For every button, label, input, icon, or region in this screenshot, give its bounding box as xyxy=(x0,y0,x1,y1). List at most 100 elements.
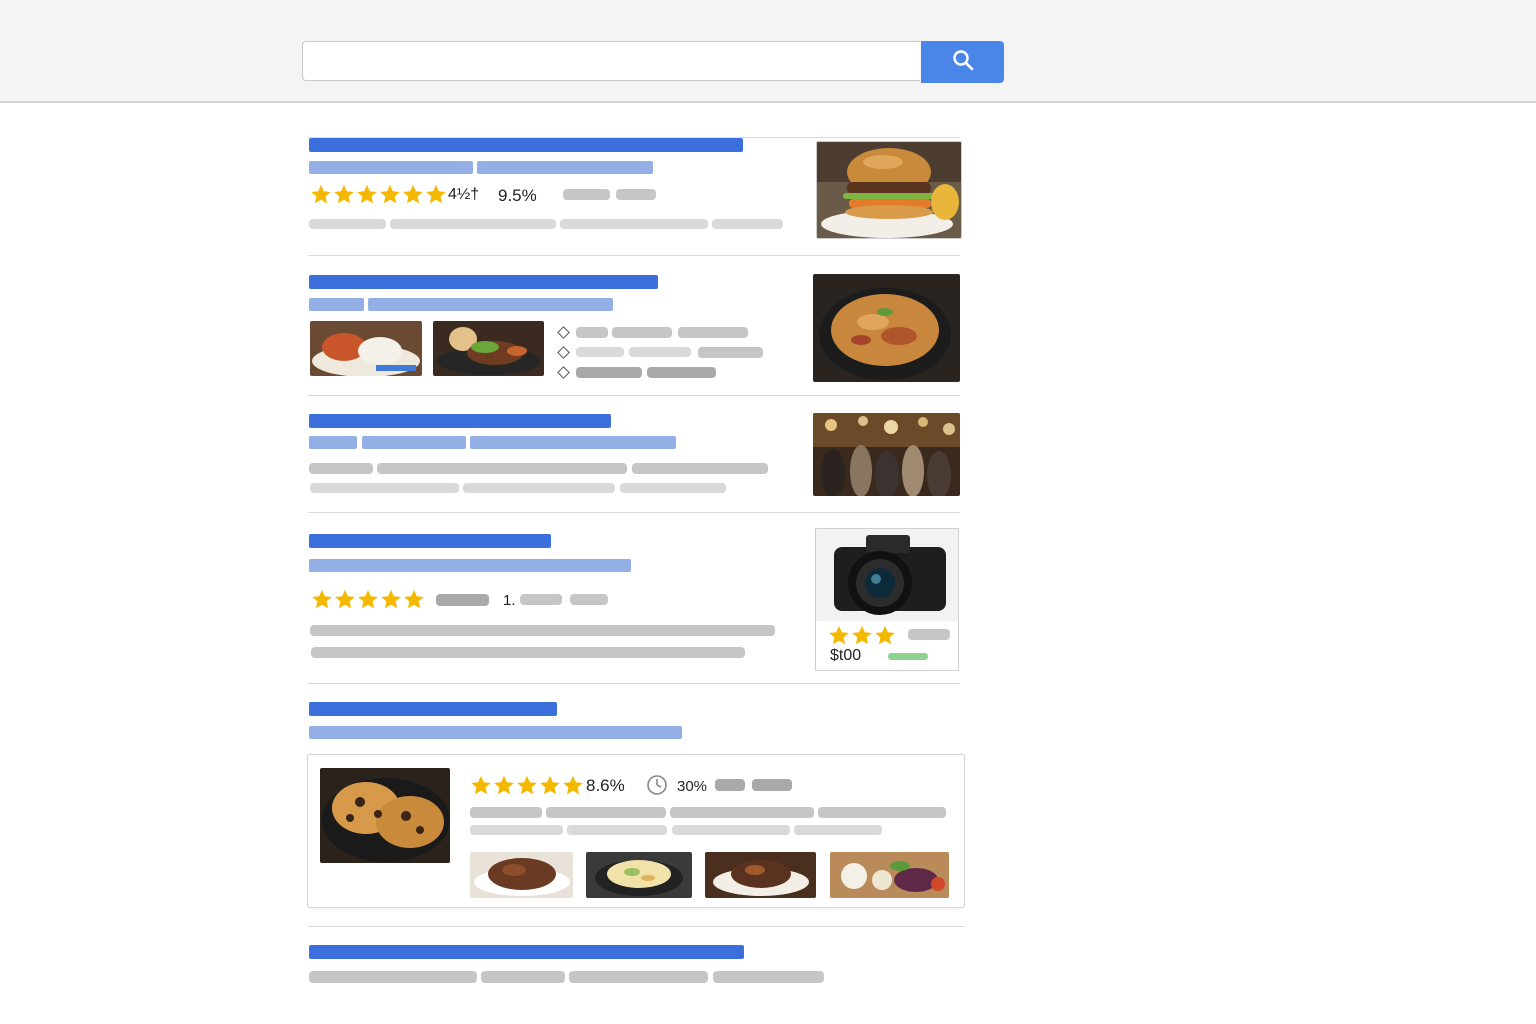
result-url[interactable] xyxy=(368,298,613,311)
snippet-line xyxy=(632,463,768,474)
result-title[interactable] xyxy=(309,702,557,716)
star-rating xyxy=(828,625,896,646)
meta-pill xyxy=(752,779,792,791)
search-input[interactable] xyxy=(302,41,920,81)
snippet-line xyxy=(560,219,708,229)
snippet-line xyxy=(463,483,615,493)
star-icon xyxy=(379,184,401,205)
result-title[interactable] xyxy=(309,138,743,152)
vegetables-photo[interactable] xyxy=(830,852,949,898)
meta-pill xyxy=(520,594,562,605)
score-text: 9.5% xyxy=(498,186,537,205)
snippet-line xyxy=(390,219,556,229)
star-icon xyxy=(874,625,896,646)
star-icon xyxy=(516,775,538,796)
star-icon xyxy=(828,625,850,646)
star-icon xyxy=(562,775,584,796)
star-icon xyxy=(851,625,873,646)
result-title[interactable] xyxy=(309,414,611,428)
snippet-line xyxy=(670,807,814,818)
result-divider xyxy=(308,255,960,256)
star-icon xyxy=(310,184,332,205)
result-divider xyxy=(308,395,960,396)
snippet-line xyxy=(481,971,565,983)
burger-photo[interactable] xyxy=(816,141,962,239)
grilled-meat-photo[interactable] xyxy=(433,321,544,376)
price-indicator xyxy=(888,653,928,660)
meta-pill xyxy=(563,189,610,200)
star-icon xyxy=(402,184,424,205)
meta-pill xyxy=(436,594,489,606)
meta-pill xyxy=(715,779,745,791)
diamond-bullet-icon xyxy=(557,366,570,379)
result-url[interactable] xyxy=(362,436,466,449)
snippet-line xyxy=(569,971,708,983)
result-divider xyxy=(308,512,960,513)
pasta-salad-photo[interactable] xyxy=(586,852,692,898)
result-title[interactable] xyxy=(309,534,551,548)
bullet-line xyxy=(698,347,763,358)
snippet-line xyxy=(672,825,790,835)
time-text: 30% xyxy=(677,778,708,795)
snippet-line xyxy=(310,483,459,493)
star-icon xyxy=(334,589,356,610)
result-url[interactable] xyxy=(309,726,682,739)
star-icon xyxy=(333,184,355,205)
bullet-line xyxy=(576,347,624,357)
camera-photo[interactable] xyxy=(816,529,958,621)
snippet-line xyxy=(309,463,373,474)
result-divider xyxy=(308,683,960,684)
meta-pill xyxy=(616,189,656,200)
plated-seafood-photo[interactable] xyxy=(310,321,422,376)
result-url[interactable] xyxy=(309,298,364,311)
result-url[interactable] xyxy=(309,436,357,449)
result-title[interactable] xyxy=(309,945,744,959)
snippet-line xyxy=(818,807,946,818)
snippet-line xyxy=(470,825,563,835)
snippet-line xyxy=(309,219,386,229)
search-icon xyxy=(951,48,975,77)
snippet-line xyxy=(309,971,477,983)
snippet-line xyxy=(546,807,666,818)
star-rating xyxy=(470,775,584,796)
score-text: 8.6% xyxy=(586,776,625,795)
result-title[interactable] xyxy=(309,275,658,289)
star-icon xyxy=(357,589,379,610)
snippet-line xyxy=(470,807,542,818)
bullet-line xyxy=(678,327,748,338)
result-url[interactable] xyxy=(470,436,676,449)
snippet-line xyxy=(794,825,882,835)
star-icon xyxy=(356,184,378,205)
star-icon xyxy=(493,775,515,796)
snippet-line xyxy=(377,463,627,474)
bullet-line xyxy=(576,367,642,378)
pan-pasta-photo[interactable] xyxy=(813,274,960,382)
search-button[interactable] xyxy=(921,41,1004,83)
meta-pill xyxy=(908,629,950,640)
product-price: $t00 xyxy=(830,647,862,664)
bullet-line xyxy=(647,367,716,378)
result-url[interactable] xyxy=(309,161,473,174)
diamond-bullet-icon xyxy=(557,326,570,339)
result-divider xyxy=(308,926,965,927)
star-icon xyxy=(470,775,492,796)
star-icon xyxy=(403,589,425,610)
bullet-line xyxy=(576,327,608,338)
snippet-line xyxy=(567,825,667,835)
stew-photo[interactable] xyxy=(705,852,816,898)
star-icon xyxy=(539,775,561,796)
snippet-line xyxy=(310,625,775,636)
result-url[interactable] xyxy=(309,559,631,572)
snippet-line xyxy=(311,647,745,658)
star-icon xyxy=(425,184,447,205)
product-card[interactable]: $t00 xyxy=(815,528,959,671)
star-icon xyxy=(380,589,402,610)
roast-meat-photo[interactable] xyxy=(470,852,573,898)
meta-pill xyxy=(570,594,608,605)
star-rating xyxy=(311,589,425,610)
restaurant-crowd-photo[interactable] xyxy=(813,413,960,496)
cookies-photo[interactable] xyxy=(320,768,450,863)
result-url[interactable] xyxy=(477,161,653,174)
star-icon xyxy=(311,589,333,610)
rich-result-card[interactable]: 8.6% 30% xyxy=(307,754,965,908)
